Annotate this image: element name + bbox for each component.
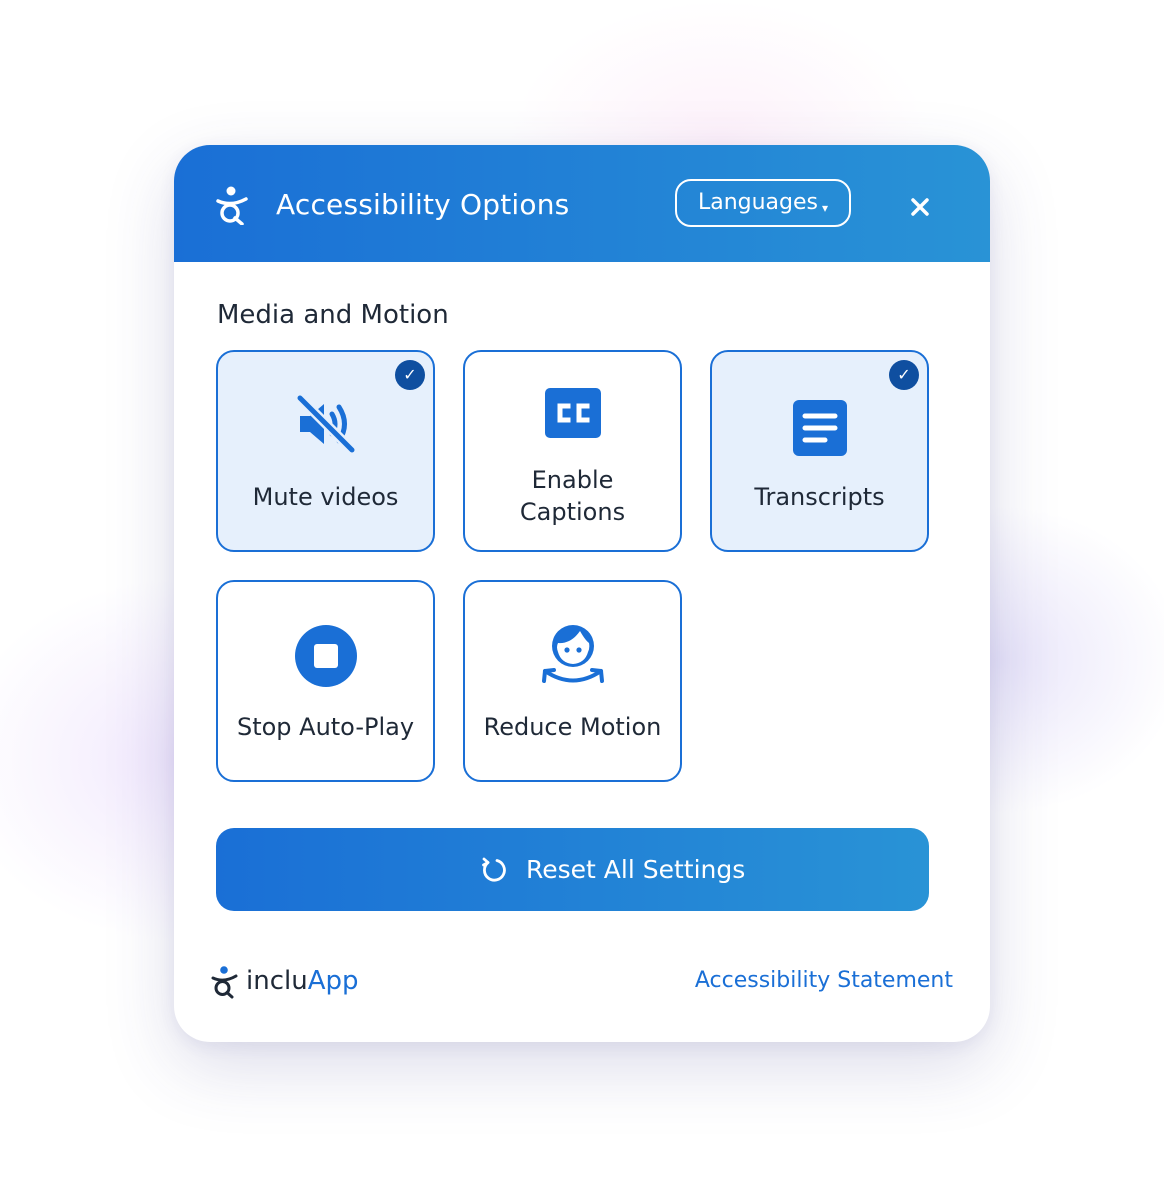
close-icon[interactable] [902,189,938,225]
accessibility-person-icon [216,186,248,225]
check-icon: ✓ [395,360,425,390]
option-label: Reduce Motion [483,713,662,741]
transcript-document-icon [792,400,847,456]
accessibility-panel: Accessibility Options Languages ▾ Media a… [174,145,990,1042]
option-label: Mute videos [252,483,399,511]
mute-video-icon [294,393,357,455]
option-enable-captions[interactable]: Enable Captions [463,350,682,552]
option-label: Stop Auto-Play [236,713,415,741]
brand-prefix: inclu [246,966,308,996]
incluapp-brand: incluApp [246,963,359,999]
option-transcripts[interactable]: ✓ Transcripts [710,350,929,552]
option-reduce-motion[interactable]: Reduce Motion [463,580,682,782]
check-icon: ✓ [889,360,919,390]
option-label: Transcripts [754,483,885,511]
languages-label: Languages [697,190,818,215]
option-label: Enable [531,466,614,494]
closed-captions-icon [544,388,601,438]
option-stop-auto-play[interactable]: Stop Auto-Play [216,580,435,782]
languages-dropdown-button[interactable]: Languages ▾ [675,179,851,227]
option-mute-videos[interactable]: ✓ Mute videos [216,350,435,552]
reset-label: Reset All Settings [526,855,746,884]
incluapp-logo-icon [211,966,238,999]
reset-icon [482,857,506,882]
section-title: Media and Motion [217,300,449,330]
chevron-down-icon: ▾ [822,201,829,215]
reduce-motion-face-icon [541,625,604,683]
stop-icon [294,625,357,687]
accessibility-statement-link[interactable]: Accessibility Statement [695,963,953,999]
reset-all-settings-button[interactable]: Reset All Settings [216,828,929,911]
panel-title: Accessibility Options [276,188,570,221]
page-background: Accessibility Options Languages ▾ Media a… [0,0,1164,1186]
brand-suffix: App [307,966,359,996]
option-label-line2: Captions [519,498,626,526]
panel-header: Accessibility Options Languages ▾ [174,145,990,262]
